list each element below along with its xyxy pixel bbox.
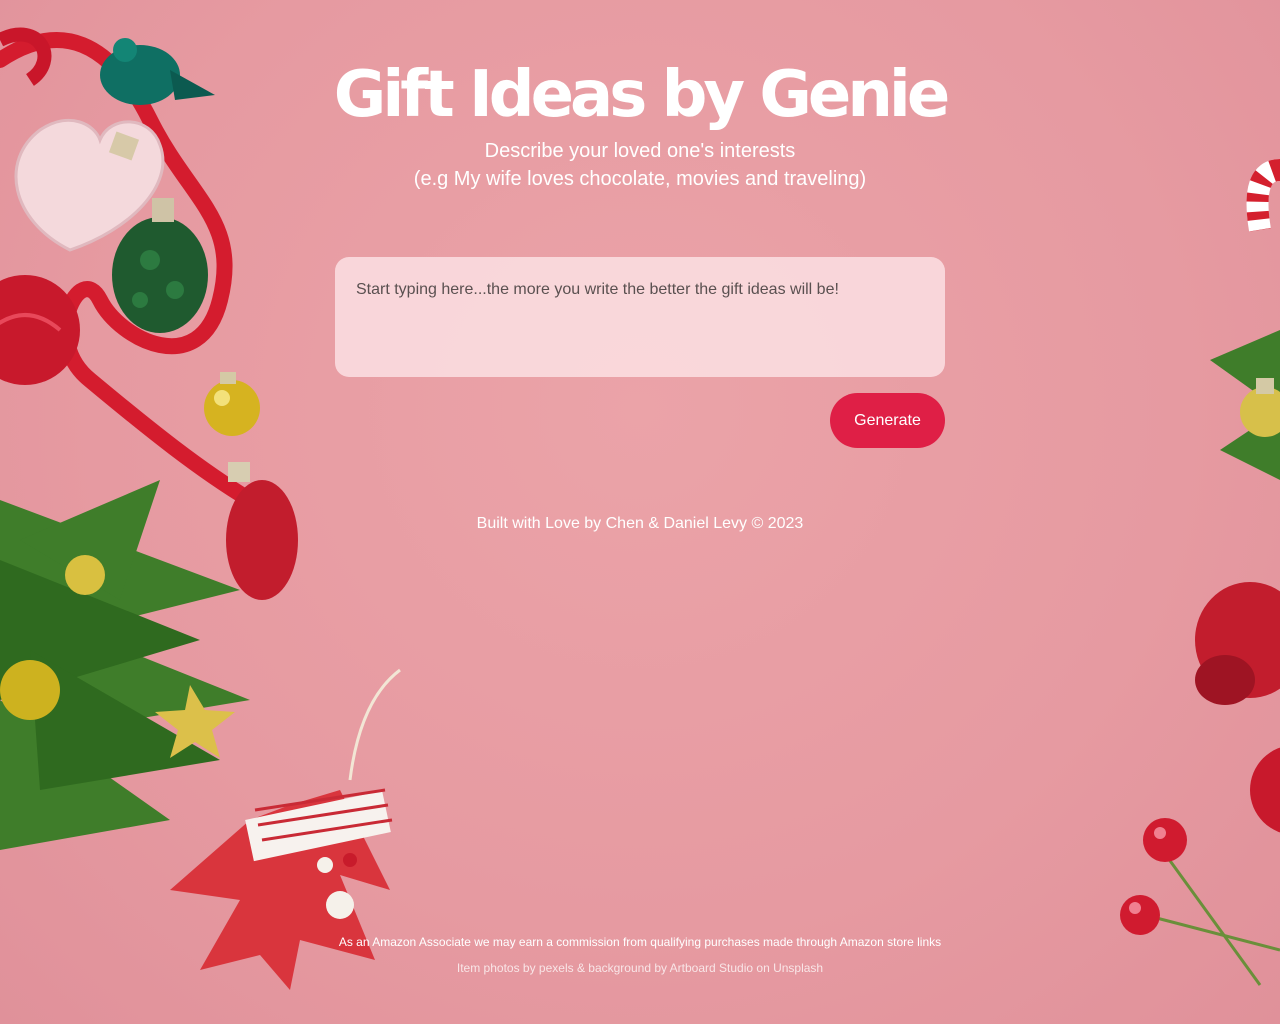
photo-credit: Item photos by pexels & background by Ar… — [456, 961, 824, 975]
subtitle-line-2: (e.g My wife loves chocolate, movies and… — [413, 168, 867, 190]
interests-input[interactable] — [335, 257, 945, 377]
subtitle-line-1: Describe your loved one's interests — [484, 140, 796, 162]
page-title: Gift Ideas by Genie — [333, 58, 950, 132]
amazon-disclaimer: As an Amazon Associate we may earn a com… — [338, 935, 942, 949]
generate-button[interactable]: Generate — [830, 393, 945, 448]
author-credit: Built with Love by Chen & Daniel Levy © … — [476, 515, 804, 532]
